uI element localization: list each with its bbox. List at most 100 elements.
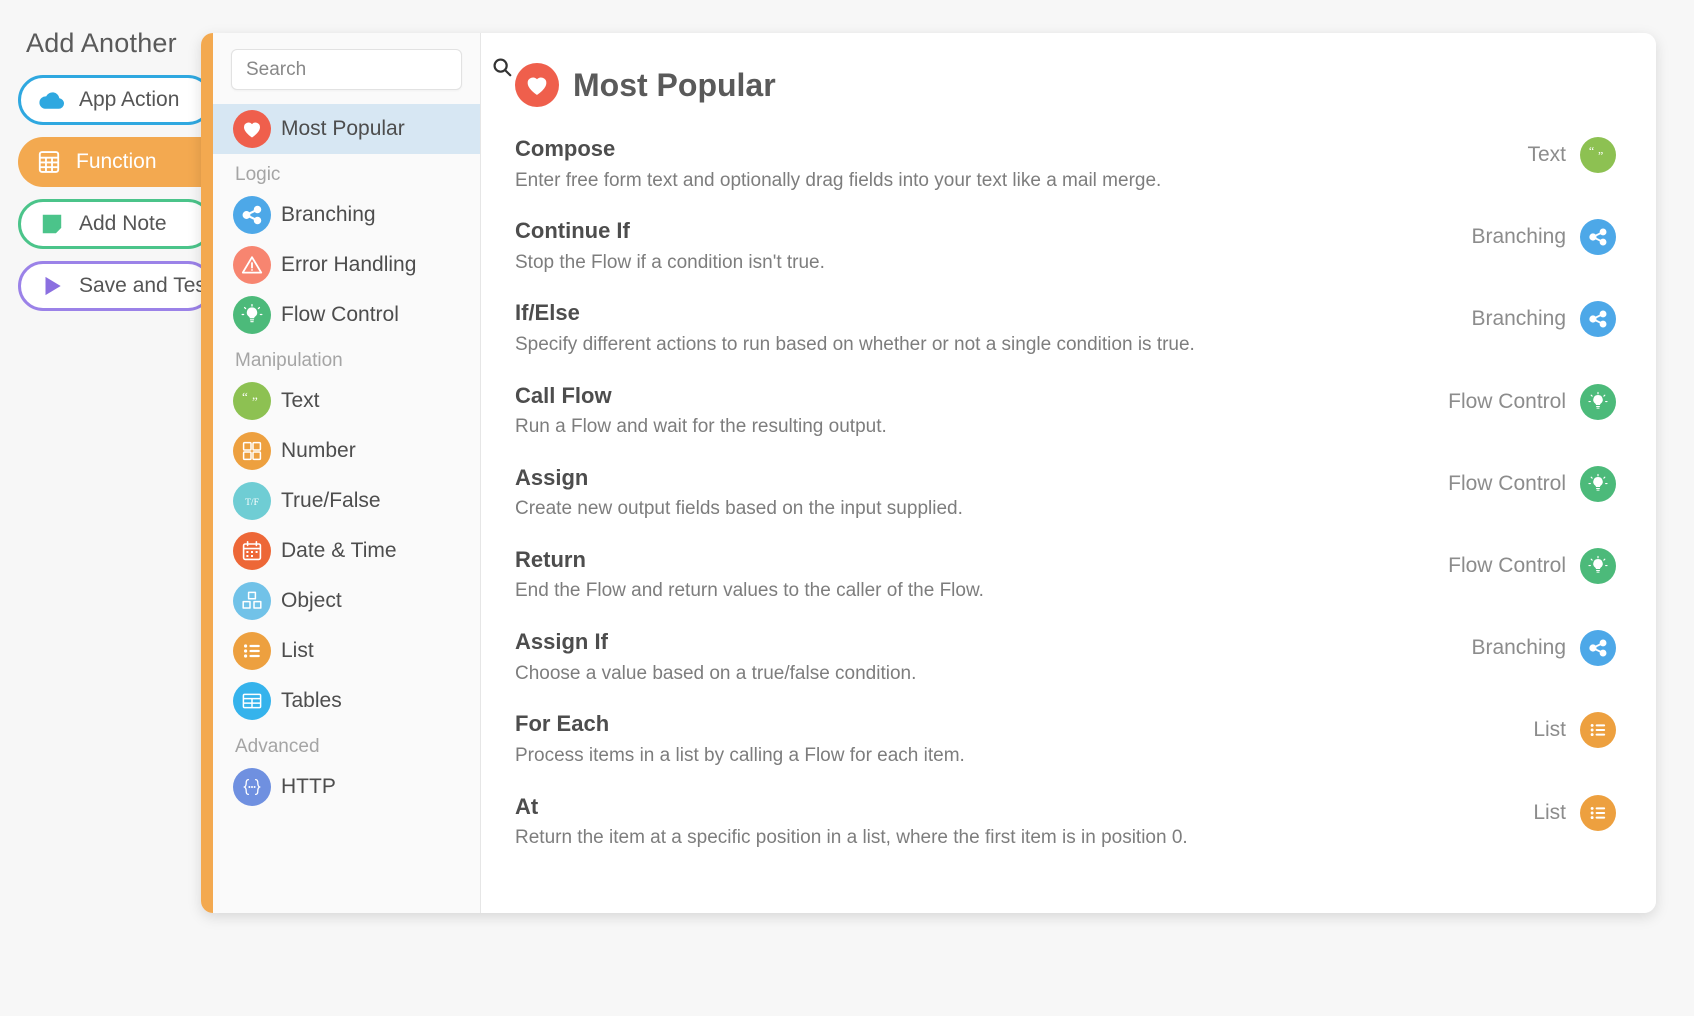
sidebar-item-number[interactable]: Number [213,426,480,476]
sidebar-group-logic: Logic [213,154,480,190]
function-list: Compose Enter free form text and optiona… [515,135,1616,851]
function-item-desc: Choose a value based on a true/false con… [515,662,1471,687]
function-item-meta: Text “ ” [1527,135,1616,173]
list-icon [1580,795,1616,831]
rail-button-app-action[interactable]: App Action [18,75,213,125]
function-item-category: Branching [1471,636,1566,660]
sidebar-item-most-popular[interactable]: Most Popular [213,104,480,154]
sidebar-group-advanced: Advanced [213,726,480,762]
function-item-text: For Each Process items in a list by call… [515,710,1533,768]
table-icon [233,682,271,720]
function-item[interactable]: Return End the Flow and return values to… [515,546,1616,604]
function-item-text: Call Flow Run a Flow and wait for the re… [515,382,1448,440]
rail-button-list: App Action Function Add Note Save and Test [18,75,218,311]
list-icon [233,632,271,670]
share-icon [1580,301,1616,337]
function-item-desc: Return the item at a specific position i… [515,826,1533,851]
sidebar-item-branching[interactable]: Branching [213,190,480,240]
function-item-meta: List [1533,710,1616,748]
sidebar-item-label: Number [281,439,356,463]
rail-button-save-and-test[interactable]: Save and Test [18,261,213,311]
function-item[interactable]: Compose Enter free form text and optiona… [515,135,1616,193]
sidebar-item-date-time[interactable]: Date & Time [213,526,480,576]
sidebar-item-object[interactable]: Object [213,576,480,626]
play-icon [37,271,67,301]
warning-icon [233,246,271,284]
search-wrap [213,49,480,90]
sidebar-item-label: HTTP [281,775,336,799]
quote-icon: “ ” [233,382,271,420]
svg-text:”: ” [252,394,258,409]
sidebar-item-true-false[interactable]: T/F True/False [213,476,480,526]
calendar-icon [233,532,271,570]
rail-button-label: Function [76,150,157,174]
function-item[interactable]: Assign If Choose a value based on a true… [515,628,1616,686]
rail-button-add-note[interactable]: Add Note [18,199,213,249]
rail-button-function[interactable]: Function [18,137,231,187]
lightbulb-icon [1580,384,1616,420]
function-item[interactable]: If/Else Specify different actions to run… [515,299,1616,357]
function-item-name: For Each [515,710,1533,738]
app-root: Add Another App Action FunctionAdd NoteS… [0,0,1694,1016]
function-item-text: At Return the item at a specific positio… [515,793,1533,851]
sidebar-item-label: Date & Time [281,539,397,563]
quote-icon: “ ” [1580,137,1616,173]
function-item-category: Text [1527,143,1566,167]
search-input[interactable] [246,59,491,81]
sidebar-item-list[interactable]: List [213,626,480,676]
sidebar-item-http[interactable]: HTTP [213,762,480,812]
function-item-category: Branching [1471,225,1566,249]
function-item-meta: Branching [1471,217,1616,255]
function-item-category: Flow Control [1448,554,1566,578]
cloud-icon [37,85,67,115]
function-item-category: Branching [1471,307,1566,331]
function-picker-panel: Most Popular Logic Branching Error Handli… [201,33,1656,913]
function-item-name: Call Flow [515,382,1448,410]
function-item[interactable]: Call Flow Run a Flow and wait for the re… [515,382,1616,440]
function-item-desc: Enter free form text and optionally drag… [515,169,1527,194]
sidebar-item-flow-control[interactable]: Flow Control [213,290,480,340]
sidebar-item-error-handling[interactable]: Error Handling [213,240,480,290]
sidebar-item-label: Tables [281,689,342,713]
function-item-desc: End the Flow and return values to the ca… [515,579,1448,604]
svg-text:T/F: T/F [245,498,259,508]
rail-button-label: Save and Test [79,274,212,298]
search-box[interactable] [231,49,462,90]
braces-icon [233,768,271,806]
function-item-text: Return End the Flow and return values to… [515,546,1448,604]
function-item[interactable]: For Each Process items in a list by call… [515,710,1616,768]
function-item[interactable]: Assign Create new output fields based on… [515,464,1616,522]
truefalse-icon: T/F [233,482,271,520]
function-item-category: List [1533,801,1566,825]
function-item-meta: Flow Control [1448,464,1616,502]
sidebar-item-label: Most Popular [281,117,405,141]
heart-icon [515,63,559,107]
share-icon [233,196,271,234]
sidebar-item-label: Flow Control [281,303,399,327]
page-title: Most Popular [573,67,776,104]
function-item-category: Flow Control [1448,472,1566,496]
content-header: Most Popular [515,63,1616,107]
content-pane: Most Popular Compose Enter free form tex… [481,33,1656,913]
sidebar-item-list: Most Popular Logic Branching Error Handli… [213,104,480,812]
lightbulb-icon [1580,466,1616,502]
function-item[interactable]: Continue If Stop the Flow if a condition… [515,217,1616,275]
sidebar-item-label: List [281,639,314,663]
sidebar-item-text[interactable]: “ ”Text [213,376,480,426]
rail-button-label: App Action [79,88,179,112]
lightbulb-icon [233,296,271,334]
rail-button-label: Add Note [79,212,167,236]
svg-text:”: ” [1598,149,1603,163]
sidebar-item-tables[interactable]: Tables [213,676,480,726]
search-icon[interactable] [491,56,513,83]
function-item[interactable]: At Return the item at a specific positio… [515,793,1616,851]
category-sidebar: Most Popular Logic Branching Error Handli… [213,33,481,913]
lightbulb-icon [1580,548,1616,584]
function-item-text: Assign Create new output fields based on… [515,464,1448,522]
function-item-name: Compose [515,135,1527,163]
function-item-meta: Flow Control [1448,382,1616,420]
sidebar-item-label: True/False [281,489,381,513]
function-item-text: If/Else Specify different actions to run… [515,299,1471,357]
function-item-meta: Branching [1471,628,1616,666]
function-item-meta: Branching [1471,299,1616,337]
